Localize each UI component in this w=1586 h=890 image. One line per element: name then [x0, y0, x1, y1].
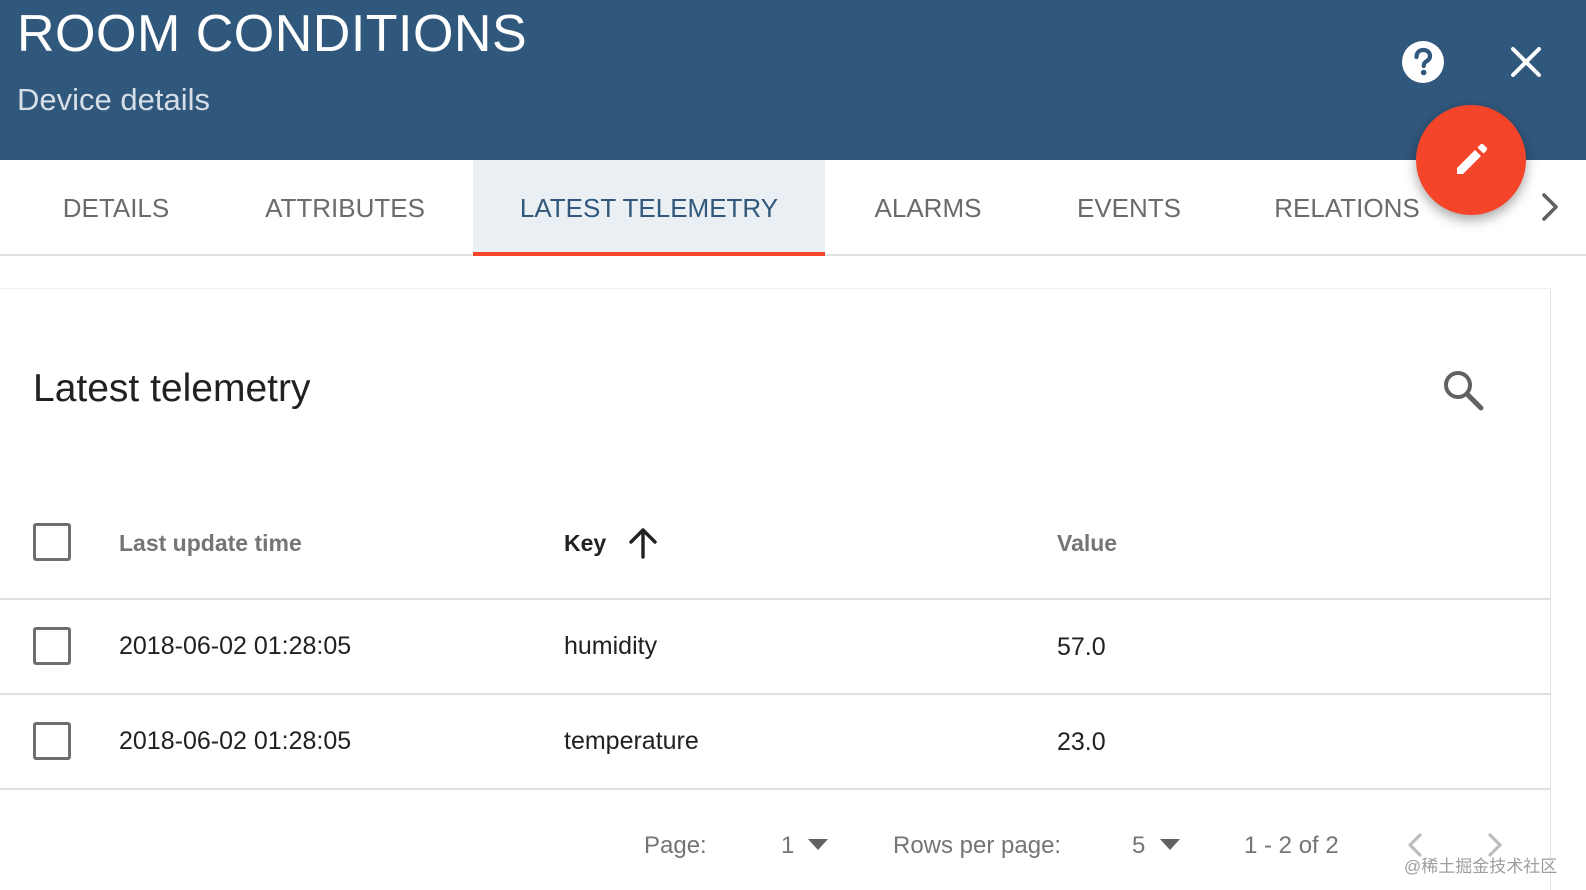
rows-per-page-value: 5: [1132, 832, 1146, 859]
pencil-icon: [1457, 143, 1488, 174]
cell-value: 57.0: [1057, 633, 1106, 661]
tab-latest-telemetry[interactable]: LATEST TELEMETRY: [473, 160, 825, 256]
page-title: ROOM CONDITIONS: [17, 5, 528, 63]
cell-value: 23.0: [1057, 728, 1106, 756]
row-divider: [0, 598, 1551, 600]
row-divider: [0, 693, 1551, 695]
tab-attributes[interactable]: ATTRIBUTES: [232, 160, 458, 254]
close-icon[interactable]: [1508, 44, 1544, 80]
tab-events[interactable]: EVENTS: [1044, 160, 1214, 254]
telemetry-card: Latest telemetry Last update time Key Va…: [0, 288, 1551, 890]
cell-key: humidity: [564, 632, 658, 660]
cell-last-update-time: 2018-06-02 01:28:05: [119, 632, 352, 660]
caret-down-icon: [1160, 839, 1180, 850]
caret-down-icon: [808, 839, 828, 850]
search-icon[interactable]: [1440, 367, 1486, 413]
page-select-value: 1: [781, 832, 795, 859]
tab-alarms[interactable]: ALARMS: [842, 160, 1014, 254]
page-label: Page:: [644, 832, 707, 859]
row-checkbox[interactable]: [33, 722, 71, 760]
row-divider: [0, 788, 1551, 790]
rows-per-page-label: Rows per page:: [893, 832, 1062, 859]
range-label: 1 - 2 of 2: [1244, 832, 1339, 859]
column-header-value[interactable]: Value: [1057, 530, 1117, 557]
watermark: @稀土掘金技术社区: [1404, 857, 1558, 876]
dialog-header: ROOM CONDITIONS Device details: [0, 0, 1586, 160]
tabs-scroll-right-icon[interactable]: [1536, 190, 1564, 224]
column-header-last-update-time[interactable]: Last update time: [119, 530, 302, 557]
column-header-key[interactable]: Key: [564, 530, 606, 557]
tab-details[interactable]: DETAILS: [18, 160, 214, 254]
arrow-up-icon[interactable]: [626, 526, 660, 560]
page-subtitle: Device details: [17, 82, 210, 117]
select-all-checkbox[interactable]: [33, 523, 71, 561]
edit-fab-button[interactable]: [1416, 105, 1526, 215]
row-checkbox[interactable]: [33, 627, 71, 665]
cell-key: temperature: [564, 727, 699, 755]
tab-bar: DETAILS ATTRIBUTES LATEST TELEMETRY ALAR…: [0, 160, 1586, 256]
cell-last-update-time: 2018-06-02 01:28:05: [119, 727, 352, 755]
help-circle-icon[interactable]: [1401, 40, 1445, 84]
card-title: Latest telemetry: [33, 367, 311, 410]
